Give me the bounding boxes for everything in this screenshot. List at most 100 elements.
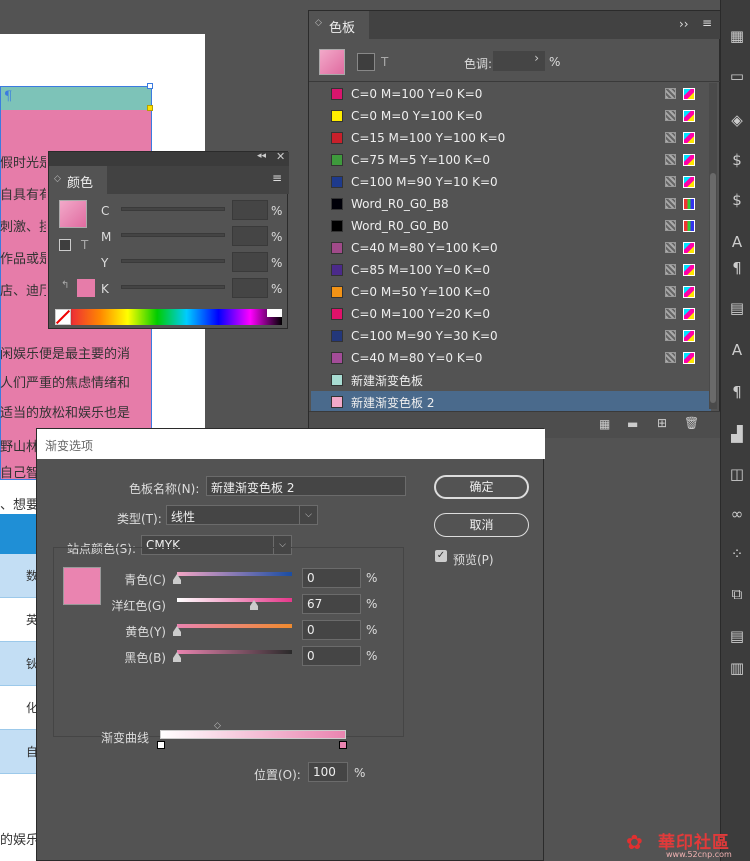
slider-thumb[interactable] [173,658,181,662]
scripts-icon[interactable]: ⧉ [727,584,747,604]
links-icon[interactable]: $ [727,150,747,170]
collapse-icon[interactable]: ◂◂ [257,151,266,161]
character-icon[interactable]: A [727,340,747,360]
swatch-row[interactable]: C=100 M=90 Y=10 K=0 [311,171,711,193]
panel-menu-icon[interactable]: ≡ [702,16,712,30]
cmyk-channel-input[interactable]: 0 [302,620,361,640]
chevron-down-icon: ⌵ [299,506,317,524]
cmyk-channel-input[interactable]: 67 [302,594,361,614]
out-of-gamut-icon[interactable]: ↰ [61,280,69,291]
cell-styles-icon[interactable]: ▥ [727,658,747,678]
swatch-row[interactable]: C=0 M=50 Y=100 K=0 [311,281,711,303]
swatch-row[interactable]: C=0 M=100 Y=0 K=0 [311,83,711,105]
gradient-icon[interactable]: ⁘ [727,544,747,564]
preview-checkbox[interactable]: ✓ [435,550,447,562]
slider-thumb[interactable] [173,632,181,636]
swatch-row[interactable]: C=100 M=90 Y=30 K=0 [311,325,711,347]
fill-stroke-icon[interactable] [59,200,87,228]
frame-handle-top-right[interactable] [147,83,153,89]
color-channel-input[interactable] [232,252,268,272]
formatting-container-icon[interactable] [357,53,375,71]
color-channel-input[interactable] [232,200,268,220]
hyperlinks-icon[interactable]: ∞ [727,504,747,524]
gradient-stop-end[interactable] [339,741,347,749]
swatches-scrollbar[interactable] [709,83,717,409]
cmyk-channel-slider[interactable] [177,624,292,628]
swatch-name: Word_R0_G0_B8 [351,197,449,211]
swatch-view-icon[interactable]: ▦ [599,417,610,431]
color-panel-titlebar[interactable]: ◂◂ ✕ [49,150,289,166]
folder-icon[interactable]: ▬ [627,417,638,431]
effects-icon[interactable]: $ [727,190,747,210]
paragraph-icon[interactable]: ¶ [727,382,747,402]
panel-collapse-icon[interactable]: ◇ [54,174,61,184]
panel-collapse-icon[interactable]: ◇ [315,18,322,28]
ok-button[interactable]: 确定 [434,475,529,499]
swatch-row[interactable]: Word_R0_G0_B8 [311,193,711,215]
close-icon[interactable]: ✕ [276,150,285,163]
table-styles-icon[interactable]: ▤ [727,298,747,318]
swatch-row[interactable]: C=0 M=0 Y=100 K=0 [311,105,711,127]
table-icon[interactable]: ▤ [727,626,747,646]
process-color-icon [665,220,676,231]
formatting-text-icon[interactable]: T [381,55,388,69]
swatch-row[interactable]: 新建渐变色板 [311,369,711,391]
slider-thumb-tip [173,652,181,658]
gradient-stop-start[interactable] [157,741,165,749]
type-select[interactable]: 线性 ⌵ [166,505,318,525]
tint-pct: % [549,55,561,69]
cmyk-channel-input[interactable]: 0 [302,646,361,666]
paragraph-styles-icon[interactable]: ¶ [727,258,747,278]
new-swatch-icon[interactable]: ⊞ [657,416,667,430]
slider-thumb[interactable] [250,606,259,610]
glyphs-icon[interactable]: ▟ [727,424,747,444]
cmyk-channel-slider[interactable] [177,572,292,576]
swatch-name: C=100 M=90 Y=30 K=0 [351,329,498,343]
swatch-row[interactable]: C=40 M=80 Y=100 K=0 [311,237,711,259]
process-color-icon [665,132,676,143]
pages-icon[interactable]: ▦ [727,26,747,46]
swatch-row[interactable]: C=75 M=5 Y=100 K=0 [311,149,711,171]
frame-handle-yellow[interactable] [147,105,153,111]
swatch-chip [331,264,343,276]
swatch-row[interactable]: C=40 M=80 Y=0 K=0 [311,347,711,369]
swatch-row[interactable]: Word_R0_G0_B0 [311,215,711,237]
cancel-button[interactable]: 取消 [434,513,529,537]
cmyk-channel-input[interactable]: 0 [302,568,361,588]
panel-menu-icon[interactable]: ≡ [272,171,282,185]
swatch-name-input[interactable]: 新建渐变色板 2 [206,476,406,496]
cmyk-channel-slider[interactable] [177,598,292,602]
align-icon[interactable]: ◫ [727,464,747,484]
character-styles-icon[interactable]: A [727,232,747,252]
trash-icon[interactable]: 🗑 [684,416,699,430]
swatch-row[interactable]: C=15 M=100 Y=100 K=0 [311,127,711,149]
position-label: 位置(O): [254,768,301,782]
cmyk-channel-slider[interactable] [177,650,292,654]
current-color-chip[interactable] [77,279,95,297]
gradient-ramp[interactable] [160,730,346,739]
position-input[interactable]: 100 [308,762,348,782]
color-channel-slider[interactable] [121,233,225,237]
document-text-line: 人们严重的焦虑情绪和 [0,376,131,391]
tab-color-label: 颜色 [67,176,94,191]
panel-expand-icon[interactable]: ›› [679,17,689,31]
swatch-row[interactable]: C=85 M=100 Y=0 K=0 [311,259,711,281]
swatch-name: Word_R0_G0_B0 [351,219,449,233]
color-spectrum[interactable] [55,309,282,325]
color-channel-slider[interactable] [121,259,225,263]
white-swatch[interactable] [267,309,282,317]
slider-thumb[interactable] [173,580,181,584]
formatting-container-icon[interactable] [59,239,71,251]
color-channel-slider[interactable] [121,207,225,211]
tint-input[interactable]: › [493,51,545,71]
fill-stroke-icon[interactable] [319,49,345,75]
stroke-icon[interactable]: ▭ [727,66,747,86]
color-channel-input[interactable] [232,226,268,246]
swatch-row[interactable]: C=0 M=100 Y=20 K=0 [311,303,711,325]
formatting-text-icon[interactable]: T [81,238,88,252]
layers-icon[interactable]: ◈ [727,110,747,130]
none-swatch[interactable] [55,309,71,325]
color-channel-slider[interactable] [121,285,225,289]
color-channel-input[interactable] [232,278,268,298]
swatch-row[interactable]: 新建渐变色板 2 [311,391,711,413]
